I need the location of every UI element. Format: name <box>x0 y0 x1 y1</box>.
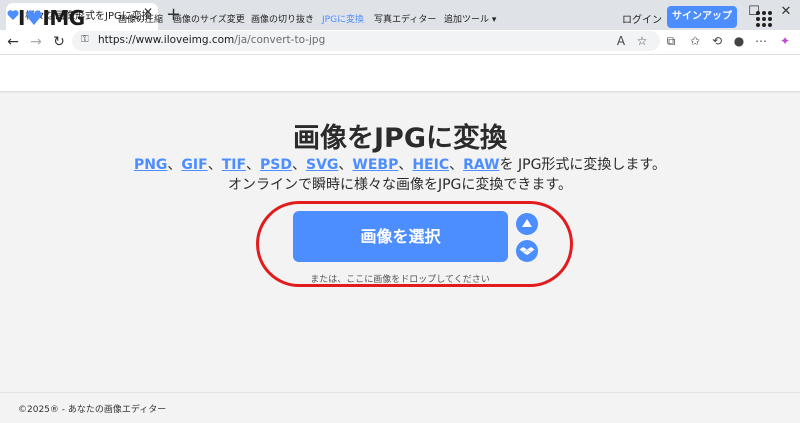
site-header <box>0 55 800 91</box>
subtitle: オンラインで瞬時に様々な画像をJPGに変換できます。 <box>227 177 573 193</box>
site-info-icon[interactable]: ⚿ <box>81 34 89 45</box>
footer-divider <box>0 392 800 393</box>
footer-text: ©2025® - あなたの画像エディター <box>18 405 167 415</box>
profile-icon[interactable]: ● <box>730 34 748 48</box>
nav-convert-to-jpg[interactable]: JPGに変換 <box>322 12 364 25</box>
address-bar-row: ← → ↻ ⚿ https://www.iloveimg.com/ja/conv… <box>0 30 800 55</box>
more-icon[interactable]: ⋯ <box>752 34 770 48</box>
refresh-icon[interactable]: ↻ <box>50 34 68 50</box>
nav-crop[interactable]: 画像の切り抜き <box>251 12 314 25</box>
nav-resize[interactable]: 画像のサイズ変更 <box>173 12 245 25</box>
favorites-icon[interactable]: ✩ <box>686 34 704 48</box>
back-icon[interactable]: ← <box>4 34 22 50</box>
extensions-icon[interactable]: ⧉ <box>662 34 680 49</box>
page-title: 画像をJPGに変換 <box>293 123 507 154</box>
supported-formats: PNG、GIF、TIF、PSD、SVG、WEBP、HEIC、RAWを JPG形式… <box>133 157 667 173</box>
format-link[interactable]: PNG <box>134 157 167 173</box>
nav-more-tools[interactable]: 追加ツール ▾ <box>444 12 496 25</box>
apps-grid-icon[interactable] <box>755 10 773 28</box>
favorite-icon[interactable]: ☆ <box>633 34 651 48</box>
site-logo[interactable]: I♥IMG <box>18 6 85 30</box>
format-link[interactable]: TIF <box>222 157 246 173</box>
nav-compress[interactable]: 画像の圧縮 <box>118 12 163 25</box>
format-link[interactable]: PSD <box>260 157 292 173</box>
history-icon[interactable]: ⟲ <box>708 34 726 48</box>
url-text[interactable]: https://www.iloveimg.com/ja/convert-to-j… <box>98 34 325 46</box>
forward-icon[interactable]: → <box>27 34 45 50</box>
format-link[interactable]: GIF <box>181 157 207 173</box>
format-link[interactable]: HEIC <box>412 157 449 173</box>
copilot-icon[interactable]: ✦ <box>776 34 794 48</box>
format-link[interactable]: WEBP <box>352 157 398 173</box>
signup-button[interactable]: サインアップ <box>667 6 737 28</box>
window-close-icon[interactable]: ✕ <box>776 4 796 19</box>
nav-photo-editor[interactable]: 写真エディター <box>374 12 436 25</box>
heart-logo-icon: ♥ <box>24 6 43 30</box>
format-link[interactable]: RAW <box>463 157 499 173</box>
format-link[interactable]: SVG <box>306 157 338 173</box>
red-highlight-annotation <box>256 201 573 287</box>
login-link[interactable]: ログイン <box>622 11 662 26</box>
read-aloud-icon[interactable]: A <box>612 34 630 48</box>
